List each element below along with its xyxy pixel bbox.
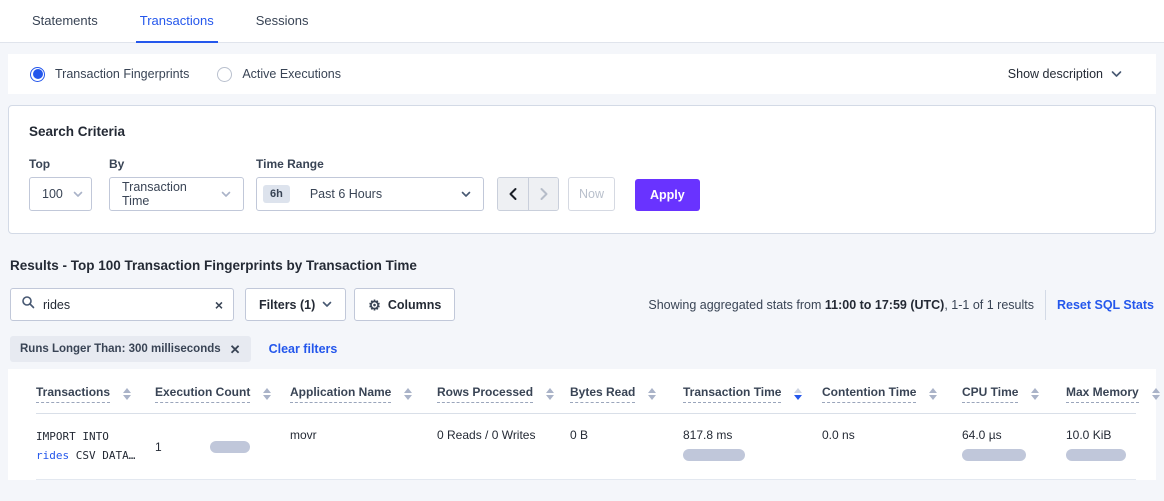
application-name-cell: movr	[290, 428, 437, 465]
time-range-label: Time Range	[256, 157, 484, 171]
gear-icon: ⚙	[368, 298, 381, 312]
columns-button[interactable]: ⚙ Columns	[354, 288, 455, 321]
tab-transactions[interactable]: Transactions	[136, 0, 218, 43]
execution-count-bar	[210, 441, 250, 453]
search-box[interactable]: ×	[10, 288, 234, 321]
now-button[interactable]: Now	[568, 177, 615, 211]
search-criteria-controls: Top 100 By Transaction Time	[29, 157, 1135, 211]
tab-statements[interactable]: Statements	[28, 0, 102, 43]
clear-filters-link[interactable]: Clear filters	[269, 342, 338, 356]
active-filters-row: Runs Longer Than: 300 milliseconds ✕ Cle…	[10, 336, 1154, 362]
column-header-cpu-time[interactable]: CPU Time	[962, 385, 1066, 413]
column-header-transaction-time[interactable]: Transaction Time	[683, 385, 822, 413]
radio-unchecked-icon[interactable]	[217, 67, 232, 82]
transaction-time-cell: 817.8 ms	[683, 428, 822, 465]
sort-icon[interactable]	[546, 388, 554, 400]
max-memory-bar	[1066, 449, 1126, 461]
by-select-value: Transaction Time	[122, 180, 211, 208]
column-header-application-name[interactable]: Application Name	[290, 385, 437, 413]
sort-icon[interactable]	[1031, 388, 1039, 400]
radio-label: Transaction Fingerprints	[55, 67, 189, 81]
filters-label: Filters (1)	[259, 298, 315, 312]
columns-label: Columns	[388, 298, 441, 312]
table-row[interactable]: IMPORT INTO rides CSV DATA… 1 movr 0 Rea…	[36, 414, 1136, 480]
next-time-window-button[interactable]	[528, 178, 558, 210]
rows-processed-cell: 0 Reads / 0 Writes	[437, 428, 570, 465]
chevron-down-icon	[461, 191, 471, 198]
transactions-table: Transactions Execution Count Application…	[8, 369, 1156, 480]
transaction-fingerprint-cell: IMPORT INTO rides CSV DATA…	[36, 428, 155, 465]
contention-time-cell: 0.0 ns	[822, 428, 962, 465]
table-header-row: Transactions Execution Count Application…	[36, 369, 1136, 413]
radio-label: Active Executions	[242, 67, 341, 81]
tab-sessions[interactable]: Sessions	[252, 0, 313, 43]
time-range-field: Time Range 6h Past 6 Hours	[256, 157, 484, 211]
filter-pill-label: Runs Longer Than: 300 milliseconds	[20, 343, 221, 355]
cpu-time-cell: 64.0 µs	[962, 428, 1066, 465]
top-field: Top 100	[29, 157, 109, 211]
sort-icon[interactable]	[648, 388, 656, 400]
sort-icon[interactable]	[263, 388, 271, 400]
time-range-badge: 6h	[263, 185, 290, 203]
radio-active-executions[interactable]: Active Executions	[217, 67, 341, 82]
clear-search-icon[interactable]: ×	[215, 298, 223, 312]
previous-time-window-button[interactable]	[498, 178, 528, 210]
filters-button[interactable]: Filters (1)	[245, 288, 346, 321]
show-description-label: Show description	[1008, 67, 1103, 81]
radio-checked-icon[interactable]	[30, 67, 45, 82]
column-header-transactions[interactable]: Transactions	[36, 385, 155, 413]
cpu-time-bar	[962, 449, 1026, 461]
search-criteria-card: Search Criteria Top 100 By Transaction T…	[8, 105, 1156, 234]
max-memory-cell: 10.0 KiB	[1066, 428, 1136, 465]
chevron-down-icon	[73, 191, 83, 198]
remove-filter-icon[interactable]: ✕	[230, 343, 241, 356]
aggregated-stats-text: Showing aggregated stats from 11:00 to 1…	[648, 290, 1154, 320]
apply-button[interactable]: Apply	[635, 179, 700, 211]
by-field: By Transaction Time	[109, 157, 256, 211]
show-description-toggle[interactable]: Show description	[1008, 67, 1134, 81]
chevron-down-icon	[322, 301, 332, 308]
stats-prefix: Showing aggregated stats from	[648, 298, 825, 312]
top-select[interactable]: 100	[29, 177, 92, 211]
filter-pill-runs-longer-than[interactable]: Runs Longer Than: 300 milliseconds ✕	[10, 336, 251, 362]
sort-icon-descending-active[interactable]	[794, 388, 802, 400]
sort-icon[interactable]	[929, 388, 937, 400]
transaction-fingerprint-link[interactable]: rides	[36, 449, 69, 462]
stats-suffix: , 1-1 of 1 results	[944, 298, 1034, 312]
column-header-max-memory[interactable]: Max Memory	[1066, 385, 1160, 413]
column-header-execution-count[interactable]: Execution Count	[155, 385, 290, 413]
column-header-bytes-read[interactable]: Bytes Read	[570, 385, 683, 413]
results-heading: Results - Top 100 Transaction Fingerprin…	[10, 258, 1154, 273]
results-controls-row: × Filters (1) ⚙ Columns Showing aggregat…	[10, 288, 1154, 321]
top-label: Top	[29, 157, 109, 171]
view-toggle-strip: Transaction Fingerprints Active Executio…	[8, 54, 1156, 94]
top-select-value: 100	[42, 187, 63, 201]
stats-range: 11:00 to 17:59 (UTC)	[825, 298, 944, 312]
bytes-read-cell: 0 B	[570, 428, 683, 465]
sort-icon[interactable]	[123, 388, 131, 400]
sort-icon[interactable]	[1152, 388, 1160, 400]
by-select[interactable]: Transaction Time	[109, 177, 244, 211]
search-icon	[21, 295, 35, 314]
search-criteria-title: Search Criteria	[29, 124, 1135, 139]
search-input[interactable]	[43, 298, 207, 312]
column-header-rows-processed[interactable]: Rows Processed	[437, 385, 570, 413]
execution-count-cell: 1	[155, 428, 290, 465]
sort-icon[interactable]	[404, 388, 412, 400]
reset-sql-stats-link[interactable]: Reset SQL Stats	[1057, 298, 1154, 312]
column-header-contention-time[interactable]: Contention Time	[822, 385, 962, 413]
time-window-arrows	[497, 177, 559, 211]
chevron-down-icon	[221, 191, 231, 198]
chevron-down-icon	[1111, 70, 1122, 78]
view-toggle-group: Transaction Fingerprints Active Executio…	[30, 67, 1008, 82]
vertical-divider	[1045, 290, 1046, 320]
transaction-time-bar	[683, 449, 745, 461]
time-range-value: Past 6 Hours	[310, 187, 451, 201]
sql-activity-tabbar: Statements Transactions Sessions	[0, 0, 1164, 43]
radio-transaction-fingerprints[interactable]: Transaction Fingerprints	[30, 67, 189, 82]
time-range-select[interactable]: 6h Past 6 Hours	[256, 177, 484, 211]
by-label: By	[109, 157, 256, 171]
